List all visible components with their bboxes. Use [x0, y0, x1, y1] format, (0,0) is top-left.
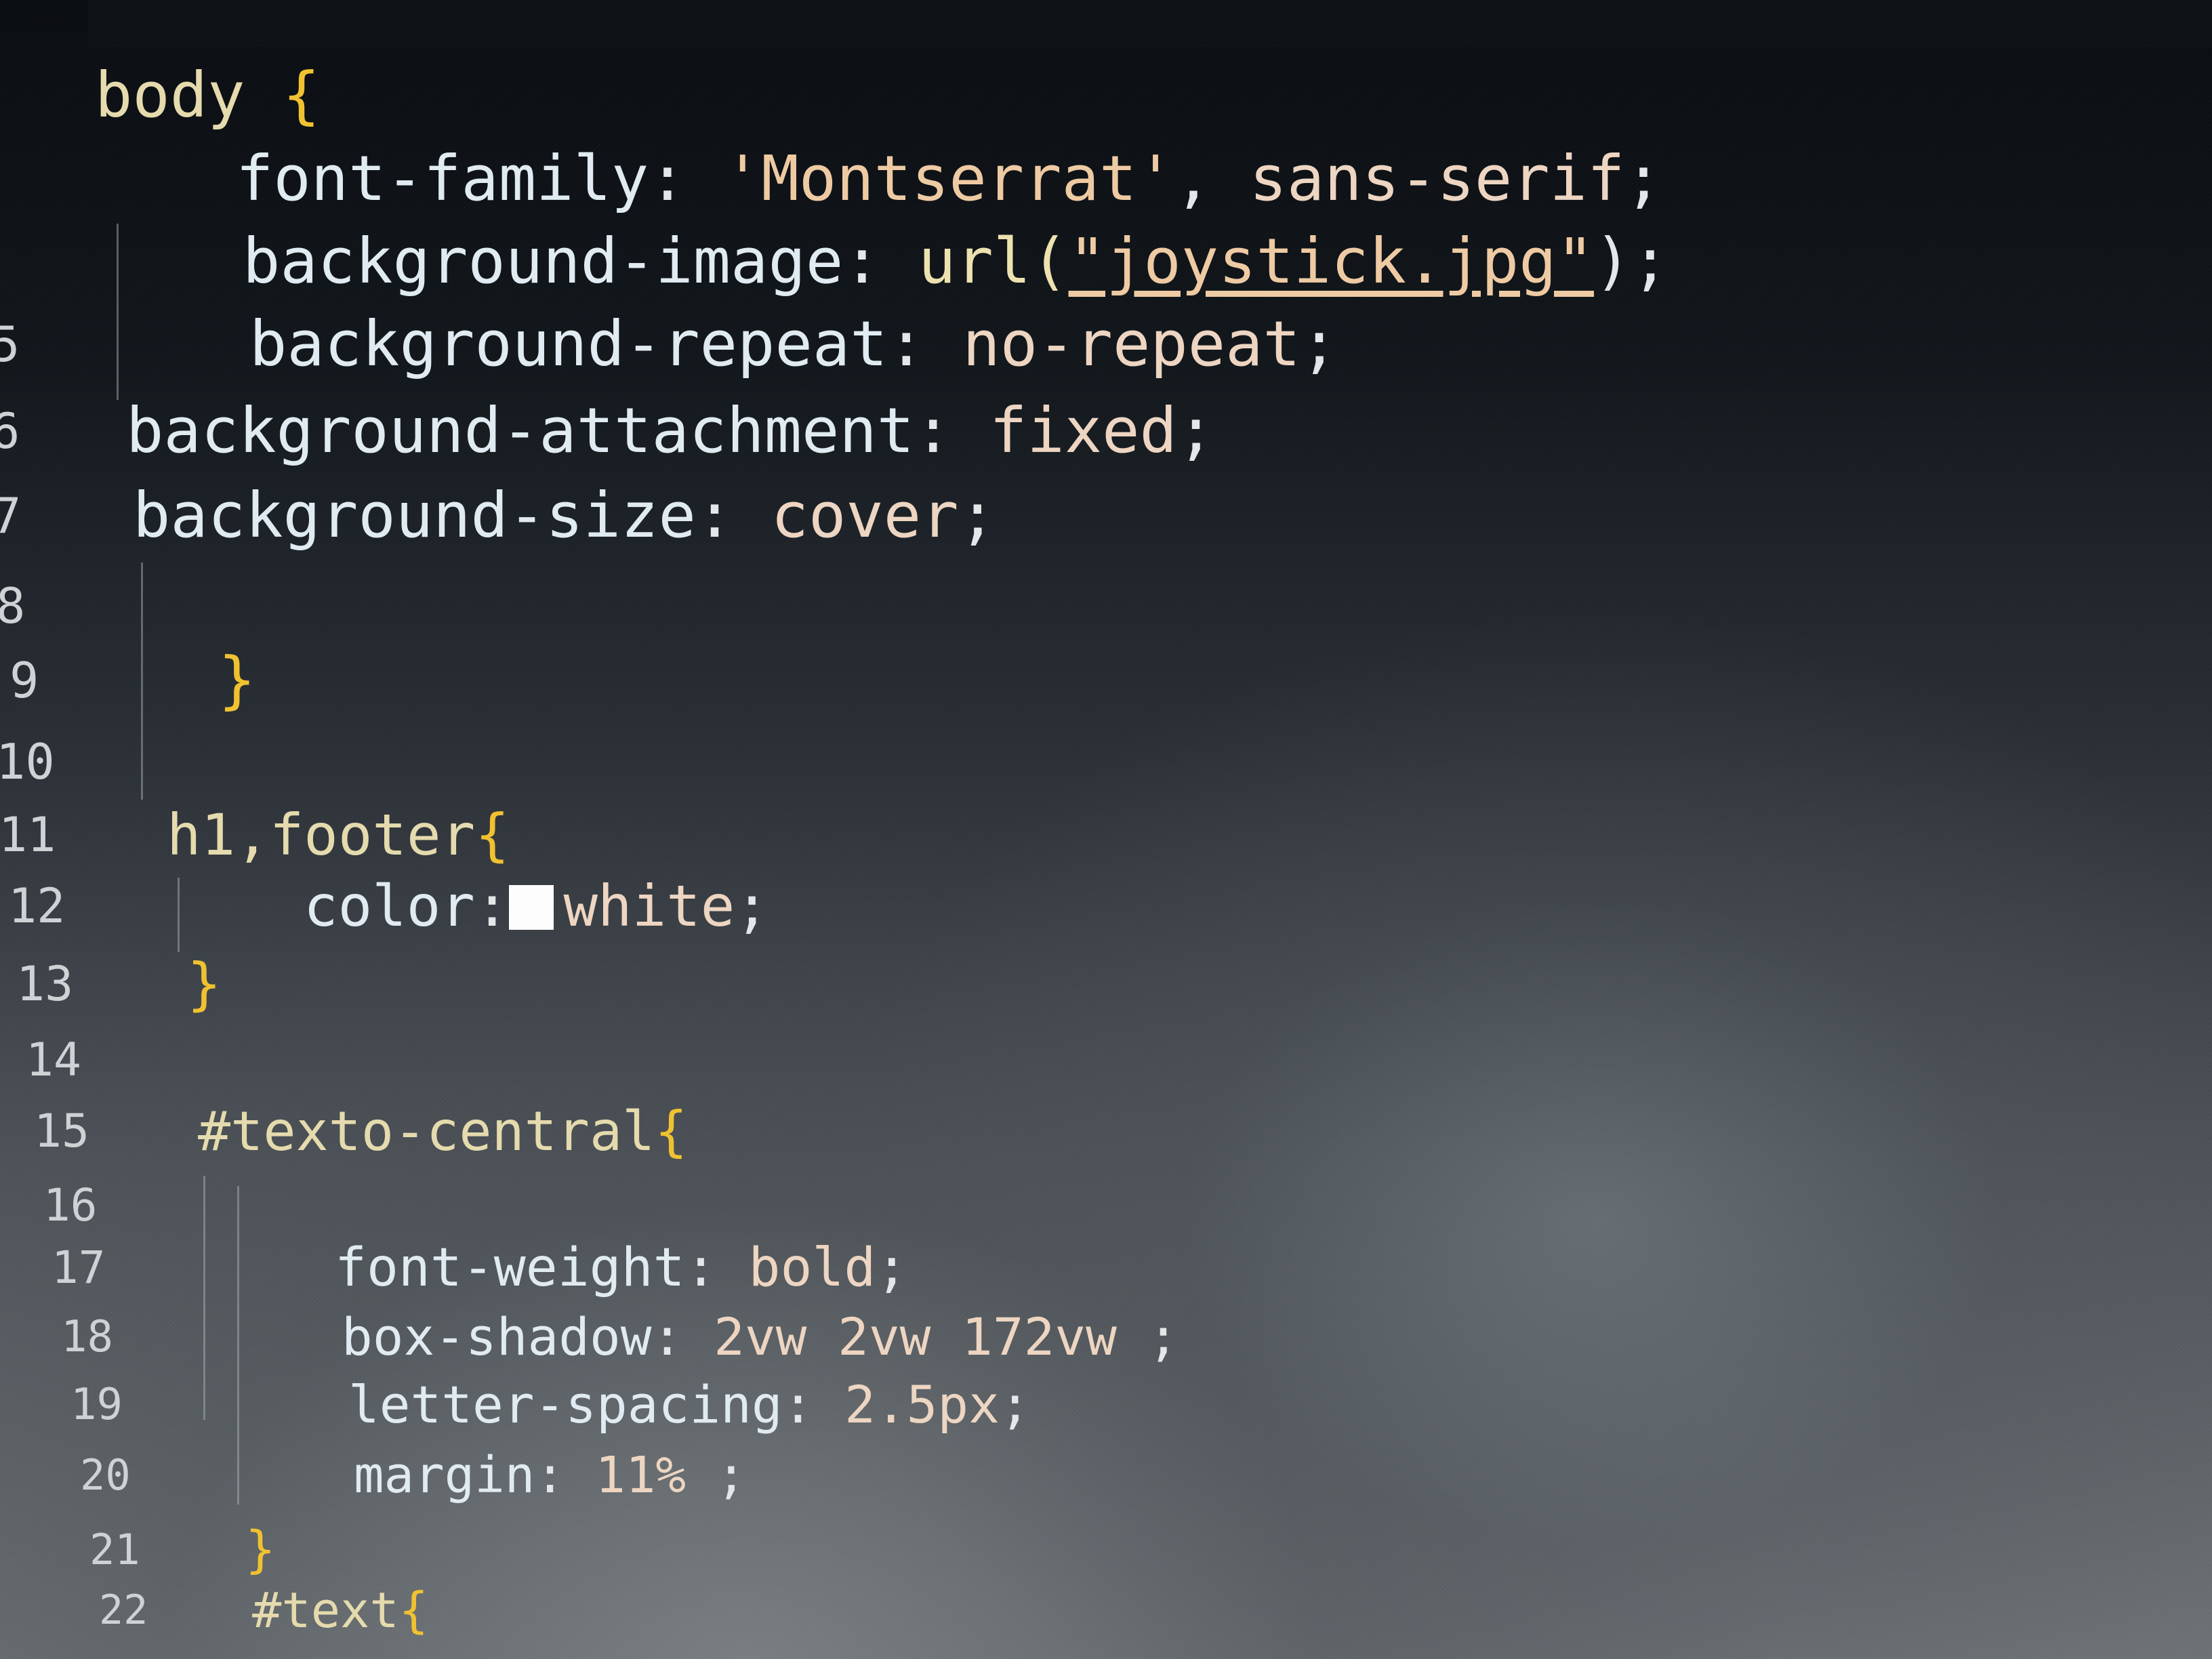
code-token: background-repeat	[249, 308, 888, 380]
code-token: :	[843, 225, 918, 298]
line-number: 12	[8, 878, 66, 934]
code-token: ;	[1147, 1307, 1179, 1367]
code-token: font-family	[236, 142, 649, 215]
code-line[interactable]: body {	[95, 64, 320, 127]
code-token: sans-serif	[1249, 142, 1625, 215]
code-token: "joystick.jpg"	[1068, 225, 1595, 298]
code-token: :	[695, 479, 771, 552]
code-token: :	[474, 873, 510, 939]
code-token: }	[245, 1521, 276, 1579]
code-token: 2vw 2vw 172vw	[714, 1307, 1148, 1367]
code-token: url(	[918, 225, 1069, 298]
code-token: :	[782, 1374, 845, 1435]
code-token: #text	[252, 1582, 399, 1639]
code-token: background-image	[243, 225, 844, 298]
code-line[interactable]: #texto-central{	[198, 1105, 687, 1159]
code-token: ;	[735, 873, 769, 939]
indent-guide-line	[203, 1176, 205, 1420]
indent-guide-line	[237, 1186, 239, 1504]
editor-top-edge	[88, 0, 2212, 47]
indent-guide-line	[141, 562, 143, 800]
code-token: {	[475, 802, 510, 868]
code-line[interactable]: }	[187, 956, 222, 1012]
code-token: letter-spacing	[348, 1374, 783, 1435]
code-token: :	[887, 308, 963, 380]
code-line[interactable]: font-weight: bold;	[335, 1242, 907, 1294]
code-token: white	[563, 873, 735, 939]
code-token: font-weight	[335, 1237, 685, 1298]
code-token: ;	[1176, 394, 1215, 467]
code-line[interactable]: }	[218, 649, 255, 712]
code-token: }	[187, 951, 222, 1017]
code-token: ;	[716, 1446, 747, 1504]
indent-guide-line	[117, 224, 119, 400]
line-number: 9	[9, 652, 39, 709]
code-line[interactable]: #text{	[252, 1586, 428, 1635]
line-number: 22	[99, 1586, 148, 1634]
code-token: body	[95, 59, 283, 131]
code-token: color	[304, 873, 475, 939]
color-swatch[interactable]	[509, 885, 554, 930]
line-number: 16	[43, 1179, 98, 1231]
code-token: 'Montserrat'	[724, 142, 1174, 215]
code-token: ;	[876, 1237, 908, 1298]
code-token: :	[914, 394, 989, 467]
code-token: cover	[771, 479, 959, 552]
line-number: 20	[80, 1450, 131, 1500]
line-number: 6	[0, 403, 20, 459]
line-number: 15	[34, 1105, 89, 1158]
line-number: 21	[89, 1525, 140, 1574]
code-token: h1,footer	[167, 802, 476, 868]
code-line[interactable]: background-repeat: no-repeat;	[249, 313, 1338, 375]
code-token: :	[649, 142, 724, 215]
code-line[interactable]: background-size: cover;	[133, 485, 996, 547]
code-line[interactable]: background-image: url("joystick.jpg");	[243, 230, 1669, 293]
code-token: :	[651, 1307, 714, 1367]
line-number: 8	[0, 577, 26, 634]
code-token: #texto-central	[198, 1100, 655, 1163]
code-token: margin	[354, 1446, 535, 1504]
code-token: ,	[1174, 142, 1250, 215]
code-line[interactable]: letter-spacing: 2.5px;	[348, 1379, 1031, 1431]
line-number: 19	[70, 1380, 123, 1430]
code-token: ;	[999, 1374, 1031, 1435]
code-token: ;	[1300, 308, 1338, 380]
line-number: 11	[0, 807, 56, 863]
line-number: 13	[16, 956, 74, 1012]
code-token: fixed	[989, 394, 1177, 467]
code-token: bold	[748, 1237, 876, 1298]
code-line[interactable]: h1,footer{	[167, 806, 510, 863]
code-token: :	[684, 1237, 749, 1298]
line-number: 7	[0, 487, 22, 544]
code-line[interactable]: box-shadow: 2vw 2vw 172vw ;	[342, 1311, 1179, 1363]
code-token: background-size	[133, 479, 696, 552]
code-token: 11%	[595, 1446, 716, 1504]
code-token: 2.5px	[844, 1374, 1000, 1435]
code-token: {	[282, 59, 321, 131]
code-token: no-repeat	[962, 308, 1300, 380]
code-line[interactable]: color: white;	[304, 878, 769, 935]
code-line[interactable]: font-family: 'Montserrat', sans-serif;	[236, 148, 1662, 210]
code-token: :	[535, 1446, 596, 1504]
code-token: {	[655, 1100, 688, 1163]
code-token: );	[1594, 225, 1669, 298]
code-token: ;	[1624, 142, 1662, 215]
code-token: box-shadow	[342, 1307, 652, 1367]
code-editor-screen: 5 6 7 8 9 10 11 12 13 14 15 16 17 18 19 20 21 22 body { fo…	[0, 0, 2212, 1659]
line-number: 5	[0, 316, 20, 373]
code-line[interactable]: margin: 11% ;	[354, 1450, 746, 1500]
line-number: 18	[61, 1312, 114, 1362]
code-token: {	[398, 1582, 429, 1639]
code-token: background-attachment	[126, 394, 915, 467]
code-token: }	[218, 644, 256, 716]
line-number: 17	[52, 1242, 106, 1294]
line-number: 10	[0, 733, 55, 790]
code-line[interactable]: }	[245, 1525, 276, 1575]
line-number: 14	[26, 1033, 81, 1087]
code-line[interactable]: background-attachment: fixed;	[126, 400, 1214, 462]
indent-guide-line	[178, 878, 180, 952]
code-token: ;	[958, 479, 996, 552]
